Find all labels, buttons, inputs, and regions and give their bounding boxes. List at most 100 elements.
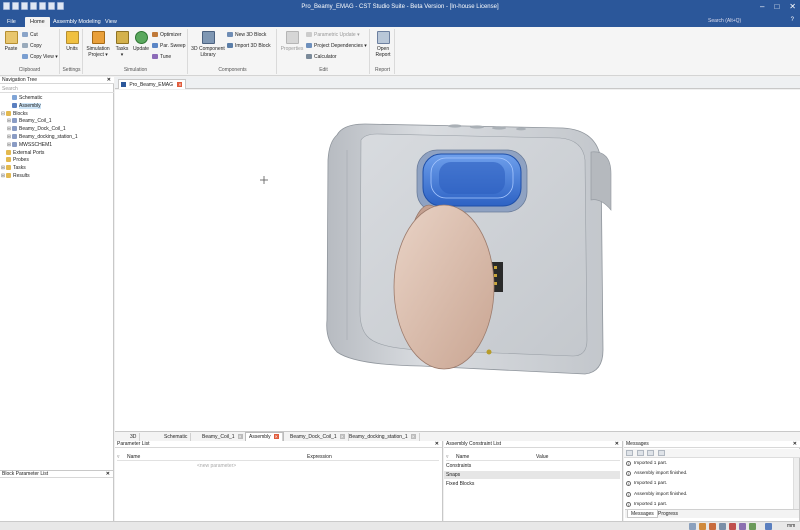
new-3d-block-button[interactable]: New 3D Block [227,32,266,39]
clear-messages-icon[interactable] [626,450,633,456]
parameter-list-panel: Parameter List ✕ ▿ Name Expression <new … [115,441,443,521]
tab-3d[interactable]: 3D [127,433,141,441]
tab-beamy-dock-coil[interactable]: Beamy_Dock_Coil_1 ✕ [287,433,349,441]
settings-group-label: Settings [62,67,81,73]
tree-item-external-ports[interactable]: External Ports [0,149,114,158]
close-panel-icon[interactable]: ✕ [106,471,110,478]
close-panel-icon[interactable]: ✕ [615,441,619,448]
3d-viewport[interactable] [115,90,800,431]
tree-item-tasks[interactable]: ⊞ Tasks [0,165,114,173]
help-icon[interactable]: ? [791,17,794,23]
column-expression[interactable]: Expression [307,453,332,461]
column-value[interactable]: Value [536,453,548,461]
copy-view-button[interactable]: Copy View ▾ [22,54,58,61]
tab-home[interactable]: Home [25,17,50,27]
constraint-row-constraints[interactable]: Constraints [444,462,471,470]
info-filter-icon[interactable] [647,450,655,456]
tab-file[interactable]: File [2,17,21,27]
update-button[interactable]: Update [132,31,150,52]
tree-item-schematic[interactable]: Schematic [0,95,114,103]
tree-item-beamy-dock-coil[interactable]: ⊞ Beamy_Dock_Coil_1 [0,126,114,134]
units-indicator[interactable]: mm [787,523,795,529]
tab-beamy-docking-station[interactable]: Beamy_docking_station_1 ✕ [346,433,420,441]
constraint-row-fixed-blocks[interactable]: Fixed Blocks [444,480,474,488]
tree-item-results[interactable]: ⊞ Results [0,172,114,181]
status-bar: mm [0,521,800,530]
messages-tab-strip: Messages Progress [625,509,799,518]
tab-assembly[interactable]: Assembly ✕ [245,432,284,442]
par-sweep-button[interactable]: Par. Sweep [152,43,186,50]
tab-assembly-modeling[interactable]: Assembly Modeling [48,17,106,27]
copy-button[interactable]: Copy [22,43,42,50]
column-name[interactable]: Name [127,453,140,461]
close-tab-icon[interactable]: ✕ [410,434,416,439]
maximize-icon[interactable]: □ [774,2,779,11]
messages-toolbar [624,449,800,458]
simulation-project-button[interactable]: Simulation Project ▾ [85,31,111,58]
calculator-icon [306,54,312,59]
zoom-fit-icon[interactable] [689,523,696,530]
tab-messages[interactable]: Messages [627,510,658,518]
folder-icon [6,157,11,163]
document-tab-strip: Pro_Beamy_EMAG ✕ [115,77,800,89]
close-tab-icon[interactable]: ✕ [177,82,183,87]
parametric-update-icon [306,32,312,37]
optimizer-button[interactable]: Optimizer [152,32,181,39]
minimize-icon[interactable]: – [760,2,764,11]
parametric-update-button[interactable]: Parametric Update ▾ [306,32,360,39]
message-item: i Assembly import finished. [626,468,687,479]
tasks-button[interactable]: Tasks ▾ [114,31,130,58]
tree-item-probes[interactable]: Probes [0,157,114,165]
new-parameter-row[interactable]: <new parameter> [195,462,236,470]
info-icon: i [626,481,631,486]
properties-button[interactable]: Properties [280,31,304,52]
mesh-icon[interactable] [749,523,756,530]
clipboard-group: Paste Cut Copy Copy View ▾ Clipboard [0,29,60,74]
close-tab-icon[interactable]: ✕ [237,434,243,439]
tree-item-mwsschem[interactable]: ⊞ MWSSCHEM1 [0,141,114,150]
tab-beamy-coil[interactable]: Beamy_Coil_1 ✕ [199,433,247,441]
assembly-constraint-list-header: Assembly Constraint List ✕ [444,441,622,448]
rotate-icon[interactable] [709,523,716,530]
view-options-icon[interactable] [719,523,726,530]
tab-schematic[interactable]: Schematic [161,433,192,441]
tree-item-beamy-docking-station[interactable]: ⊞ Beamy_docking_station_1 [0,133,114,142]
document-tab[interactable]: Pro_Beamy_EMAG ✕ [118,79,187,89]
3d-component-library-button[interactable]: 3D Component Library [191,31,225,58]
select-icon[interactable] [729,523,736,530]
project-dependencies-button[interactable]: Project Dependencies ▾ [306,43,367,50]
tab-view[interactable]: View [100,17,122,27]
messages-scrollbar[interactable] [793,458,799,510]
calculator-button[interactable]: Calculator [306,54,337,61]
open-report-button[interactable]: Open Report [373,31,393,58]
filter-icon[interactable]: ▿ [446,453,449,461]
tree-item-assembly[interactable]: Assembly [0,102,114,111]
grid-icon[interactable] [765,523,772,530]
search-input[interactable]: Search (Alt+Q) [708,17,774,26]
close-panel-icon[interactable]: ✕ [107,77,111,84]
tree-item-blocks[interactable]: ⊟ Blocks [0,110,114,119]
perspective-icon[interactable] [739,523,746,530]
edit-group: Properties Parametric Update ▾ Project D… [278,29,370,74]
close-tab-icon[interactable]: ✕ [273,434,279,439]
warning-filter-icon[interactable] [636,450,644,456]
tree-item-beamy-coil[interactable]: ⊞ Beamy_Coil_1 [0,118,114,126]
close-panel-icon[interactable]: ✕ [793,441,797,448]
paste-button[interactable]: Paste [3,31,19,52]
tab-progress[interactable]: Progress [655,510,681,518]
message-item: i Imported 1 part. [626,478,667,489]
constraint-row-snaps[interactable]: Snaps [444,471,620,479]
error-filter-icon[interactable] [658,450,666,456]
properties-icon [285,31,299,44]
pan-icon[interactable] [699,523,706,530]
close-tab-icon[interactable]: ✕ [339,434,345,439]
navigation-search-input[interactable]: Search [0,85,114,93]
column-name[interactable]: Name [456,453,469,461]
import-3d-block-button[interactable]: Import 3D Block [227,43,271,50]
close-panel-icon[interactable]: ✕ [435,441,439,448]
tune-button[interactable]: Tune [152,54,171,61]
units-button[interactable]: Units [64,31,80,52]
cut-button[interactable]: Cut [22,32,38,39]
close-icon[interactable]: ✕ [789,2,796,11]
filter-icon[interactable]: ▿ [117,453,120,461]
